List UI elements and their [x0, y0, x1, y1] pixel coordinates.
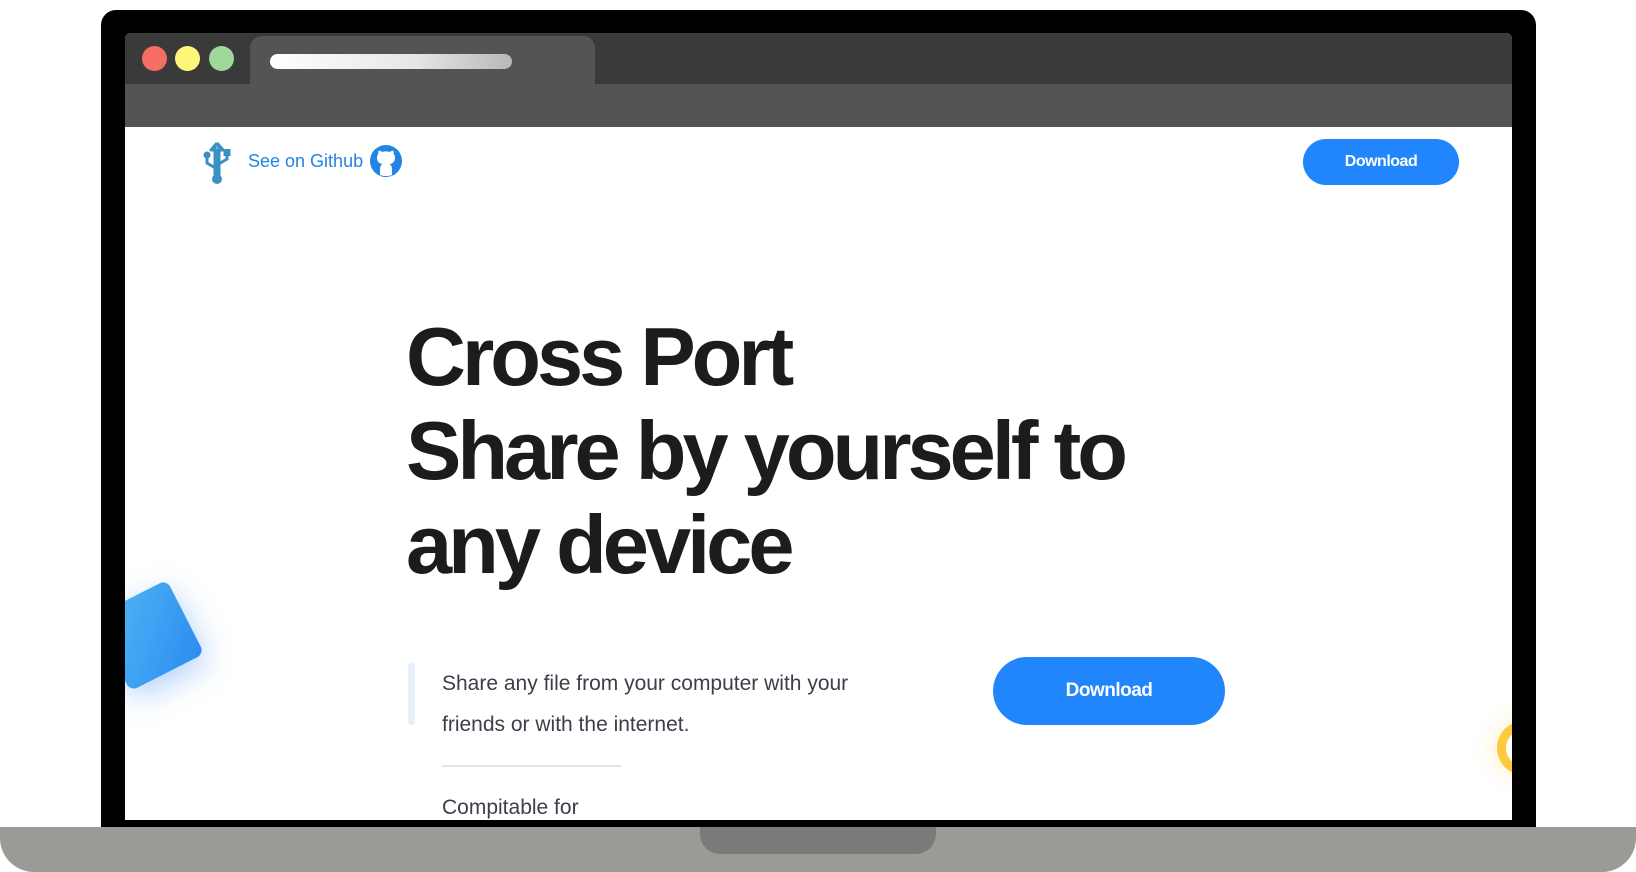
- landing-page: See on Github Download Cross Port Share …: [125, 127, 1512, 820]
- section-divider: [442, 765, 621, 767]
- hero-title-line-2: Share by yourself to: [406, 404, 1128, 497]
- minimize-window-button[interactable]: [175, 46, 200, 71]
- browser-toolbar: [125, 84, 1512, 127]
- compatibility-label: Compitable for: [442, 796, 579, 819]
- maximize-window-button[interactable]: [209, 46, 234, 71]
- close-window-button[interactable]: [142, 46, 167, 71]
- nav-download-button[interactable]: Download: [1303, 139, 1459, 185]
- github-link[interactable]: See on Github: [248, 144, 403, 178]
- hero-title-line-3: any device: [406, 498, 794, 591]
- usb-icon[interactable]: [200, 141, 234, 185]
- github-icon: [370, 145, 403, 177]
- browser-tab[interactable]: [250, 36, 595, 86]
- browser-chrome: [125, 33, 1512, 127]
- quote-accent-bar: [408, 663, 415, 725]
- hero-download-button[interactable]: Download: [993, 657, 1225, 725]
- github-link-label: See on Github: [248, 150, 364, 171]
- hero-description: Share any file from your computer with y…: [442, 672, 849, 736]
- hero-title-line-1: Cross Port: [406, 310, 794, 403]
- tab-title-placeholder: [270, 54, 512, 69]
- laptop-screen: See on Github Download Cross Port Share …: [125, 33, 1512, 820]
- hero-title: Cross Port Share by yourself to any devi…: [406, 310, 1206, 592]
- decorative-blue-square: [125, 579, 205, 692]
- top-nav: See on Github Download: [125, 127, 1512, 207]
- decorative-yellow-ring: [1497, 721, 1512, 775]
- laptop-notch: [700, 827, 936, 854]
